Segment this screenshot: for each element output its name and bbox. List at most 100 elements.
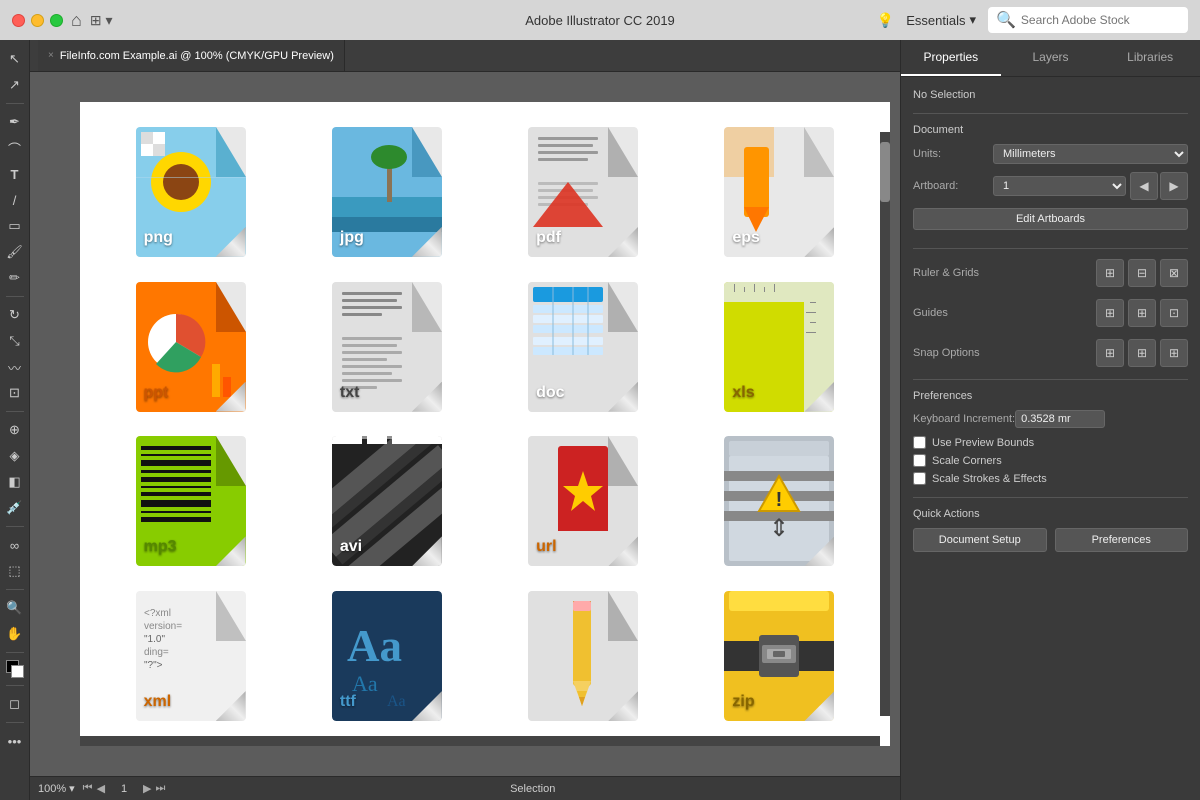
svg-text:!: !: [776, 489, 783, 511]
guides-icon-btn-3[interactable]: ⊡: [1160, 299, 1188, 327]
zoom-control[interactable]: 100% ▾: [38, 782, 75, 795]
perspective-grid-tool[interactable]: ◈: [4, 445, 26, 467]
keyboard-increment-input[interactable]: [1015, 410, 1105, 428]
scale-corners-label: Scale Corners: [932, 455, 1002, 467]
minimize-button[interactable]: [31, 14, 44, 27]
background-color[interactable]: [11, 665, 24, 678]
divider-3: [913, 379, 1188, 380]
main-layout: ↖ ↗ ✒ ⌒ T / ▭ 🖌 ✏ ↻ ⤡ 〰 ⊡ ⊕ ◈ ◧ 💉 ∞ ⬚ 🔍 …: [0, 40, 1200, 800]
paintbrush-tool[interactable]: 🖌: [4, 241, 26, 263]
svg-text:ding=: ding=: [144, 647, 169, 658]
pencil-tool[interactable]: ✏: [4, 267, 26, 289]
list-item[interactable]: ! ⇕: [689, 432, 870, 572]
gradient-tool[interactable]: ◧: [4, 471, 26, 493]
type-tool[interactable]: T: [4, 163, 26, 185]
preferences-button[interactable]: Preferences: [1055, 528, 1189, 552]
hand-tool[interactable]: ✋: [4, 623, 26, 645]
horizontal-scrollbar[interactable]: [80, 736, 880, 746]
pixel-grid-icon-btn[interactable]: ⊠: [1160, 259, 1188, 287]
scale-corners-checkbox[interactable]: [913, 454, 926, 467]
list-item[interactable]: ppt: [100, 277, 281, 417]
tab-layers[interactable]: Layers: [1001, 40, 1101, 76]
divider-1: [913, 113, 1188, 114]
list-item[interactable]: pdf: [493, 122, 674, 262]
prev-artboard-button[interactable]: ◀: [97, 782, 105, 795]
list-item[interactable]: png: [100, 122, 281, 262]
keyboard-increment-row: Keyboard Increment:: [913, 410, 1188, 428]
artboard-select[interactable]: 1: [993, 176, 1126, 196]
selection-tool[interactable]: ↖: [4, 48, 26, 70]
search-input[interactable]: [1021, 13, 1180, 27]
scrollbar-thumb[interactable]: [880, 142, 890, 202]
snap-icon-btn-2[interactable]: ⊞: [1128, 339, 1156, 367]
snap-icon-btn-3[interactable]: ⊞: [1160, 339, 1188, 367]
prev-artboard-icon-btn[interactable]: ◀: [1130, 172, 1158, 200]
color-boxes[interactable]: [6, 660, 24, 678]
tab-properties[interactable]: Properties: [901, 40, 1001, 76]
guides-icon-btn-2[interactable]: ⊞: [1128, 299, 1156, 327]
svg-text:<?xml: <?xml: [144, 608, 171, 619]
file-type-label: jpg: [340, 229, 364, 247]
artboard-tool[interactable]: ⬚: [4, 560, 26, 582]
drawing-mode[interactable]: ◻: [4, 693, 26, 715]
ruler-icon-btn[interactable]: ⊞: [1096, 259, 1124, 287]
scale-strokes-effects-label: Scale Strokes & Effects: [932, 473, 1047, 485]
guides-icon-btn-1[interactable]: ⊞: [1096, 299, 1124, 327]
tab-libraries[interactable]: Libraries: [1100, 40, 1200, 76]
list-item[interactable]: doc: [493, 277, 674, 417]
list-item[interactable]: jpg: [296, 122, 477, 262]
home-button[interactable]: ⌂: [71, 10, 82, 31]
selection-indicator: Selection: [510, 783, 555, 795]
free-transform-tool[interactable]: ⊡: [4, 382, 26, 404]
blend-tool[interactable]: ∞: [4, 534, 26, 556]
use-preview-bounds-checkbox[interactable]: [913, 436, 926, 449]
tab-close-icon[interactable]: ×: [48, 50, 54, 61]
use-preview-bounds-label: Use Preview Bounds: [932, 437, 1034, 449]
panel-tabs: Properties Layers Libraries: [901, 40, 1200, 77]
maximize-button[interactable]: [50, 14, 63, 27]
list-item[interactable]: [493, 586, 674, 726]
list-item[interactable]: txt: [296, 277, 477, 417]
warp-tool[interactable]: 〰: [4, 356, 26, 378]
document-tab[interactable]: × FileInfo.com Example.ai @ 100% (CMYK/G…: [38, 40, 345, 71]
zoom-tool[interactable]: 🔍: [4, 597, 26, 619]
essentials-button[interactable]: Essentials ▾: [906, 12, 976, 28]
first-artboard-button[interactable]: ⏮: [83, 782, 93, 795]
list-item[interactable]: avi: [296, 432, 477, 572]
edit-artboards-button[interactable]: Edit Artboards: [913, 208, 1188, 230]
workspace-switcher[interactable]: ⊞ ▾: [90, 12, 113, 29]
scale-tool[interactable]: ⤡: [4, 330, 26, 352]
next-artboard-button[interactable]: ▶: [143, 782, 151, 795]
artboard-navigation[interactable]: ⏮ ◀ 1 ▶ ⏭: [83, 782, 166, 795]
snap-icon-btn-1[interactable]: ⊞: [1096, 339, 1124, 367]
list-item[interactable]: url: [493, 432, 674, 572]
shape-builder-tool[interactable]: ⊕: [4, 419, 26, 441]
search-box[interactable]: 🔍: [988, 7, 1188, 33]
next-artboard-icon-btn[interactable]: ▶: [1160, 172, 1188, 200]
scale-strokes-effects-checkbox[interactable]: [913, 472, 926, 485]
ruler-grids-row: Ruler & Grids ⊞ ⊟ ⊠: [913, 259, 1188, 287]
rotate-tool[interactable]: ↻: [4, 304, 26, 326]
canvas-scroll[interactable]: png: [30, 72, 900, 776]
close-button[interactable]: [12, 14, 25, 27]
line-tool[interactable]: /: [4, 189, 26, 211]
vertical-scrollbar[interactable]: [880, 132, 890, 716]
document-setup-button[interactable]: Document Setup: [913, 528, 1047, 552]
last-artboard-button[interactable]: ⏭: [156, 782, 166, 795]
list-item[interactable]: xls: [689, 277, 870, 417]
file-type-label: eps: [732, 229, 760, 247]
curvature-tool[interactable]: ⌒: [4, 137, 26, 159]
list-item[interactable]: zip: [689, 586, 870, 726]
direct-selection-tool[interactable]: ↗: [4, 74, 26, 96]
list-item[interactable]: eps: [689, 122, 870, 262]
list-item[interactable]: <?xml version= "1.0" ding= "?"> xml: [100, 586, 281, 726]
eyedropper-tool[interactable]: 💉: [4, 497, 26, 519]
rectangle-tool[interactable]: ▭: [4, 215, 26, 237]
units-select[interactable]: Millimeters Pixels Inches Points: [993, 144, 1188, 164]
grid-icon-btn[interactable]: ⊟: [1128, 259, 1156, 287]
list-item[interactable]: Aa Aa Aa ttf: [296, 586, 477, 726]
pen-tool[interactable]: ✒: [4, 111, 26, 133]
more-tools[interactable]: •••: [4, 730, 26, 752]
svg-text:Aa: Aa: [387, 693, 406, 710]
list-item[interactable]: mp3: [100, 432, 281, 572]
